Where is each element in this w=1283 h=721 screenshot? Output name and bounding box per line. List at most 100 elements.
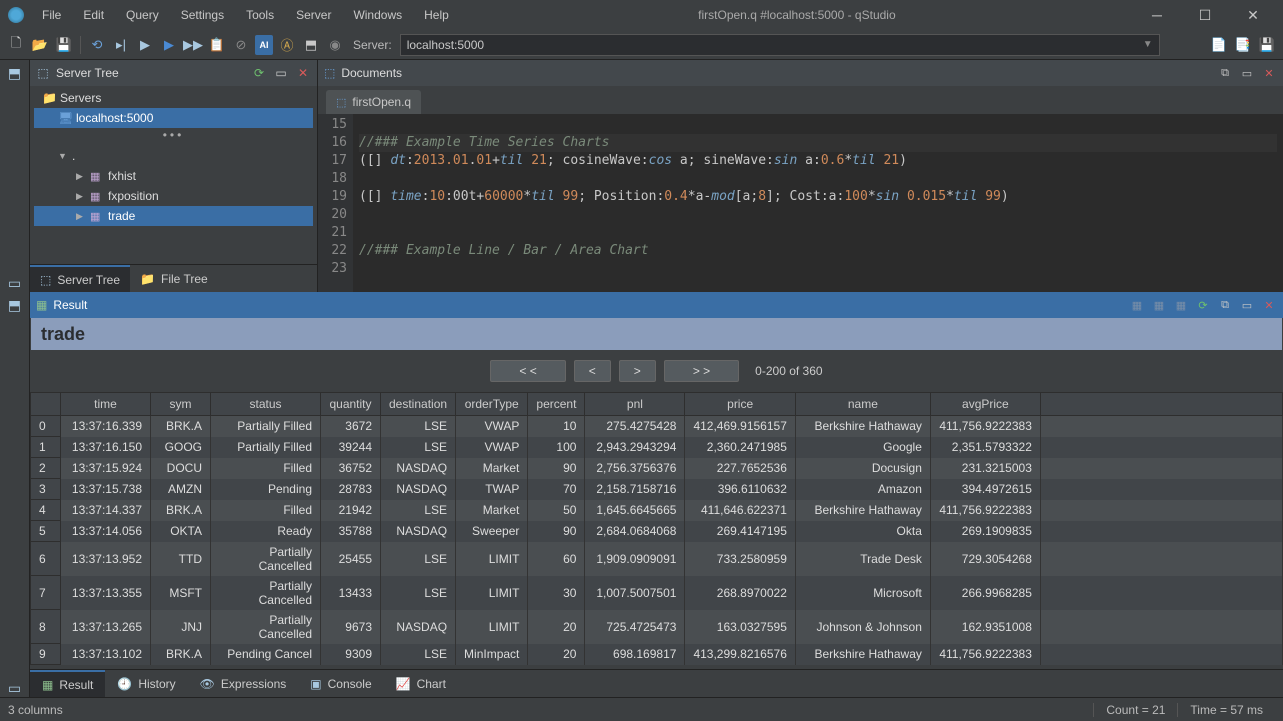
table-row[interactable]: 213:37:15.924DOCUFilled36752NASDAQMarket… [31, 458, 1283, 479]
table-icon: ▦ [90, 210, 104, 223]
save-result-icon[interactable]: 💾 [1257, 35, 1277, 55]
format-icon[interactable]: Ⓐ [277, 35, 297, 55]
tree-table-fxposition[interactable]: ▶ ▦ fxposition [34, 186, 313, 206]
result-tool-1[interactable]: ▦ [1129, 297, 1145, 313]
chevron-down-icon: ▼ [1143, 39, 1153, 50]
chart-icon: 📈 [396, 677, 411, 691]
tab-history[interactable]: 🕘 History [105, 670, 187, 697]
result-refresh-icon[interactable]: ⟳ [1195, 297, 1211, 313]
documents-title: Documents [341, 66, 1211, 80]
menu-edit[interactable]: Edit [73, 4, 114, 26]
close-panel-icon[interactable]: ✕ [295, 65, 311, 81]
tab-firstopen[interactable]: ⬚ firstOpen.q [326, 90, 421, 114]
result-close-icon[interactable]: ✕ [1261, 297, 1277, 313]
documents-icon: ⬚ [324, 66, 335, 80]
close-button[interactable]: ✕ [1231, 0, 1275, 30]
result-tool-2[interactable]: ▦ [1151, 297, 1167, 313]
menu-windows[interactable]: Windows [343, 4, 412, 26]
code-editor[interactable]: 151617181920212223 //### Example Time Se… [318, 114, 1283, 292]
run-step-icon[interactable]: ▸| [111, 35, 131, 55]
export-icon[interactable]: ⬒ [301, 35, 321, 55]
external-icon[interactable]: ⧉ [1217, 65, 1233, 81]
menu-settings[interactable]: Settings [171, 4, 234, 26]
tree-icon: ⬚ [40, 273, 51, 287]
refresh-tree-icon[interactable]: ⟳ [251, 65, 267, 81]
run-all-icon[interactable]: ▶▶ [183, 35, 203, 55]
open-file-icon[interactable]: 📂 [30, 35, 50, 55]
pager-info: 0-200 of 360 [755, 364, 822, 378]
menu-query[interactable]: Query [116, 4, 169, 26]
rail-icon-2[interactable]: ▭ [6, 274, 24, 292]
server-label: Server: [353, 38, 392, 52]
close-doc-icon[interactable]: ✕ [1261, 65, 1277, 81]
rail-icon-1[interactable]: ⬒ [6, 64, 24, 82]
pager-first-button[interactable]: < < [490, 360, 565, 382]
table-row[interactable]: 513:37:14.056OKTAReady35788NASDAQSweeper… [31, 521, 1283, 542]
server-combo[interactable]: localhost:5000 ▼ [400, 34, 1160, 56]
pager-last-button[interactable]: > > [664, 360, 739, 382]
tree-ellipsis[interactable]: ••• [34, 128, 313, 146]
refresh-icon[interactable]: ⟲ [87, 35, 107, 55]
rail-icon-3[interactable]: ⬒ [6, 296, 24, 314]
table-row[interactable]: 813:37:13.265JNJPartially Cancelled9673N… [31, 610, 1283, 644]
table-row[interactable]: 313:37:15.738AMZNPending28783NASDAQTWAP7… [31, 479, 1283, 500]
ai-icon[interactable]: AI [255, 35, 273, 55]
menu-help[interactable]: Help [414, 4, 459, 26]
copy2-icon[interactable]: 📑 [1233, 35, 1253, 55]
result-panel: ▦ Result ▦ ▦ ▦ ⟳ ⧉ ▭ ✕ trade < < < > > >… [30, 292, 1283, 697]
run-icon[interactable]: ▶ [135, 35, 155, 55]
tree-root-servers[interactable]: 📁 Servers [34, 88, 313, 108]
statusbar: 3 columns Count = 21 Time = 57 ms [0, 697, 1283, 721]
menu-tools[interactable]: Tools [236, 4, 284, 26]
result-tool-3[interactable]: ▦ [1173, 297, 1189, 313]
rail-icon-4[interactable]: ▭ [6, 679, 24, 697]
tab-console[interactable]: ▣ Console [298, 670, 383, 697]
table-icon: ▦ [90, 190, 104, 203]
data-table[interactable]: timesymstatusquantitydestinationorderTyp… [30, 392, 1283, 669]
minimize-panel-icon[interactable]: ▭ [273, 65, 289, 81]
chevron-right-icon: ▶ [76, 191, 86, 202]
result-minimize-icon[interactable]: ▭ [1239, 297, 1255, 313]
maximize-button[interactable]: ☐ [1183, 0, 1227, 30]
result-external-icon[interactable]: ⧉ [1217, 297, 1233, 313]
minimize-button[interactable]: ─ [1135, 0, 1179, 30]
minimize-doc-icon[interactable]: ▭ [1239, 65, 1255, 81]
tab-label: Chart [417, 677, 446, 691]
table-row[interactable]: 113:37:16.150GOOGPartially Filled39244LS… [31, 437, 1283, 458]
table-row[interactable]: 413:37:14.337BRK.AFilled21942LSEMarket50… [31, 500, 1283, 521]
console-icon: ▣ [310, 677, 321, 691]
tab-expressions[interactable]: 👁 Expressions [188, 670, 299, 697]
tree-dot[interactable]: ▼ . [34, 146, 313, 166]
clipboard-icon[interactable]: 📋 [207, 35, 227, 55]
pager-prev-button[interactable]: < [574, 360, 611, 382]
table-row[interactable]: 613:37:13.952TTDPartially Cancelled25455… [31, 542, 1283, 576]
tree-label: trade [108, 209, 135, 223]
tab-chart[interactable]: 📈 Chart [384, 670, 458, 697]
tree-table-trade[interactable]: ▶ ▦ trade [34, 206, 313, 226]
folder-icon: 📁 [42, 91, 56, 105]
globe-icon[interactable]: ◉ [325, 35, 345, 55]
tree-server-localhost[interactable]: 🖥 localhost:5000 [34, 108, 313, 128]
server-panel-tabs: ⬚ Server Tree 📁 File Tree [30, 264, 317, 292]
code-content[interactable]: //### Example Time Series Charts ([] dt:… [353, 114, 1283, 292]
tree-table-fxhist[interactable]: ▶ ▦ fxhist [34, 166, 313, 186]
new-file-icon[interactable]: 🗋 [6, 35, 26, 55]
eye-icon: 👁 [200, 677, 215, 691]
tab-server-tree[interactable]: ⬚ Server Tree [30, 265, 130, 292]
table-row[interactable]: 013:37:16.339BRK.APartially Filled3672LS… [31, 416, 1283, 437]
menu-file[interactable]: File [32, 4, 71, 26]
copy-icon[interactable]: 📄 [1209, 35, 1229, 55]
table-row[interactable]: 713:37:13.355MSFTPartially Cancelled1343… [31, 576, 1283, 610]
menu-bar: FileEditQuerySettingsToolsServerWindowsH… [32, 4, 459, 26]
menu-server[interactable]: Server [286, 4, 341, 26]
tab-file-tree[interactable]: 📁 File Tree [130, 265, 218, 292]
run-line-icon[interactable]: ▶ [159, 35, 179, 55]
pager-next-button[interactable]: > [619, 360, 656, 382]
save-icon[interactable]: 💾 [54, 35, 74, 55]
status-left: 3 columns [8, 703, 1093, 717]
tab-result[interactable]: ▦ Result [30, 670, 105, 697]
tree-label: Servers [60, 91, 101, 105]
stop-icon[interactable]: ⊘ [231, 35, 251, 55]
result-tabs: ▦ Result 🕘 History 👁 Expressions ▣ Conso… [30, 669, 1283, 697]
table-row[interactable]: 913:37:13.102BRK.APending Cancel9309LSEM… [31, 644, 1283, 665]
